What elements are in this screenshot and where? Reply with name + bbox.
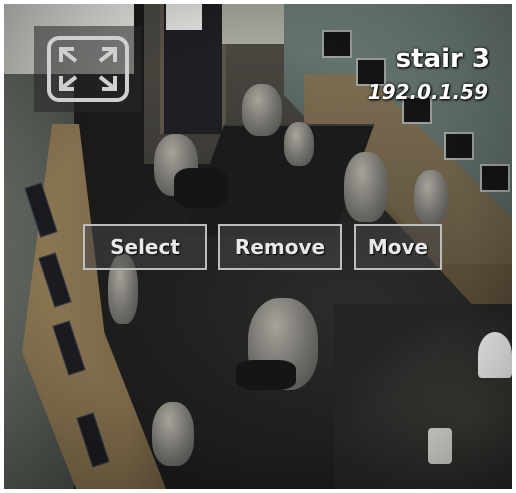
camera-name: stair 3 — [395, 44, 490, 74]
move-button[interactable]: Move — [354, 224, 442, 270]
remove-button[interactable]: Remove — [218, 224, 342, 270]
fullscreen-expand-icon — [46, 35, 130, 103]
select-button[interactable]: Select — [83, 224, 207, 270]
fullscreen-button[interactable] — [34, 26, 142, 112]
camera-ip-address: 192.0.1.59 — [367, 80, 488, 104]
camera-tile[interactable]: stair 3 192.0.1.59 Select Remove Move — [4, 4, 512, 489]
